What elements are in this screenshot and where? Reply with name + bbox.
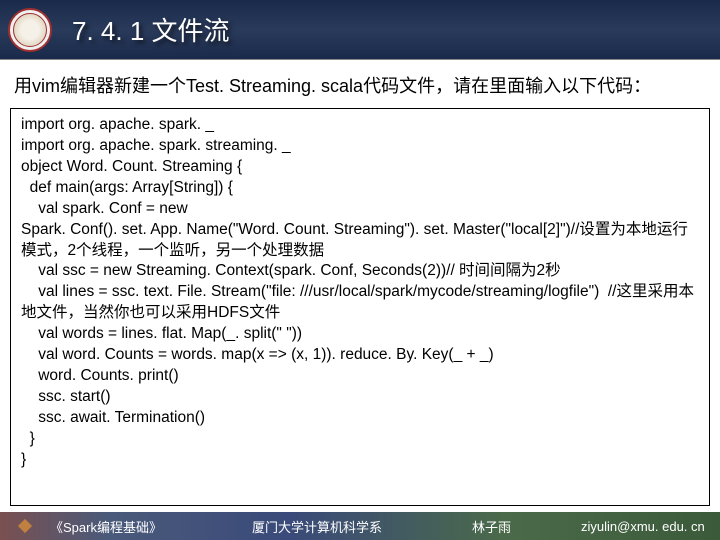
university-logo [8,8,52,52]
code-line: } [21,429,699,450]
footer-email: ziyulin@xmu. edu. cn [581,519,705,534]
logo-inner-seal [13,13,47,47]
code-block: import org. apache. spark. _ import org.… [10,108,710,506]
code-line: def main(args: Array[String]) { [21,178,699,199]
code-line: val ssc = new Streaming. Context(spark. … [21,261,699,282]
code-line: object Word. Count. Streaming { [21,157,699,178]
code-line: val words = lines. flat. Map(_. split(" … [21,324,699,345]
bullet-icon [18,519,32,533]
code-line: } [21,450,699,471]
code-line: val spark. Conf = new [21,199,699,220]
slide-title: 7. 4. 1 文件流 [72,11,230,48]
slide-header: 7. 4. 1 文件流 [0,0,720,60]
code-line: Spark. Conf(). set. App. Name("Word. Cou… [21,220,699,262]
code-line: import org. apache. spark. _ [21,115,699,136]
footer-author: 林子雨 [472,517,511,536]
slide-footer: 《Spark编程基础》 厦门大学计算机科学系 林子雨 ziyulin@xmu. … [0,512,720,540]
instruction-text: 用vim编辑器新建一个Test. Streaming. scala代码文件，请在… [0,60,720,106]
code-line: import org. apache. spark. streaming. _ [21,136,699,157]
code-line: val word. Counts = words. map(x => (x, 1… [21,345,699,366]
code-line: word. Counts. print() [21,366,699,387]
code-line: ssc. await. Termination() [21,408,699,429]
code-line: val lines = ssc. text. File. Stream("fil… [21,282,699,324]
code-line: ssc. start() [21,387,699,408]
footer-dept: 厦门大学计算机科学系 [252,517,382,536]
footer-book: 《Spark编程基础》 [50,517,162,536]
